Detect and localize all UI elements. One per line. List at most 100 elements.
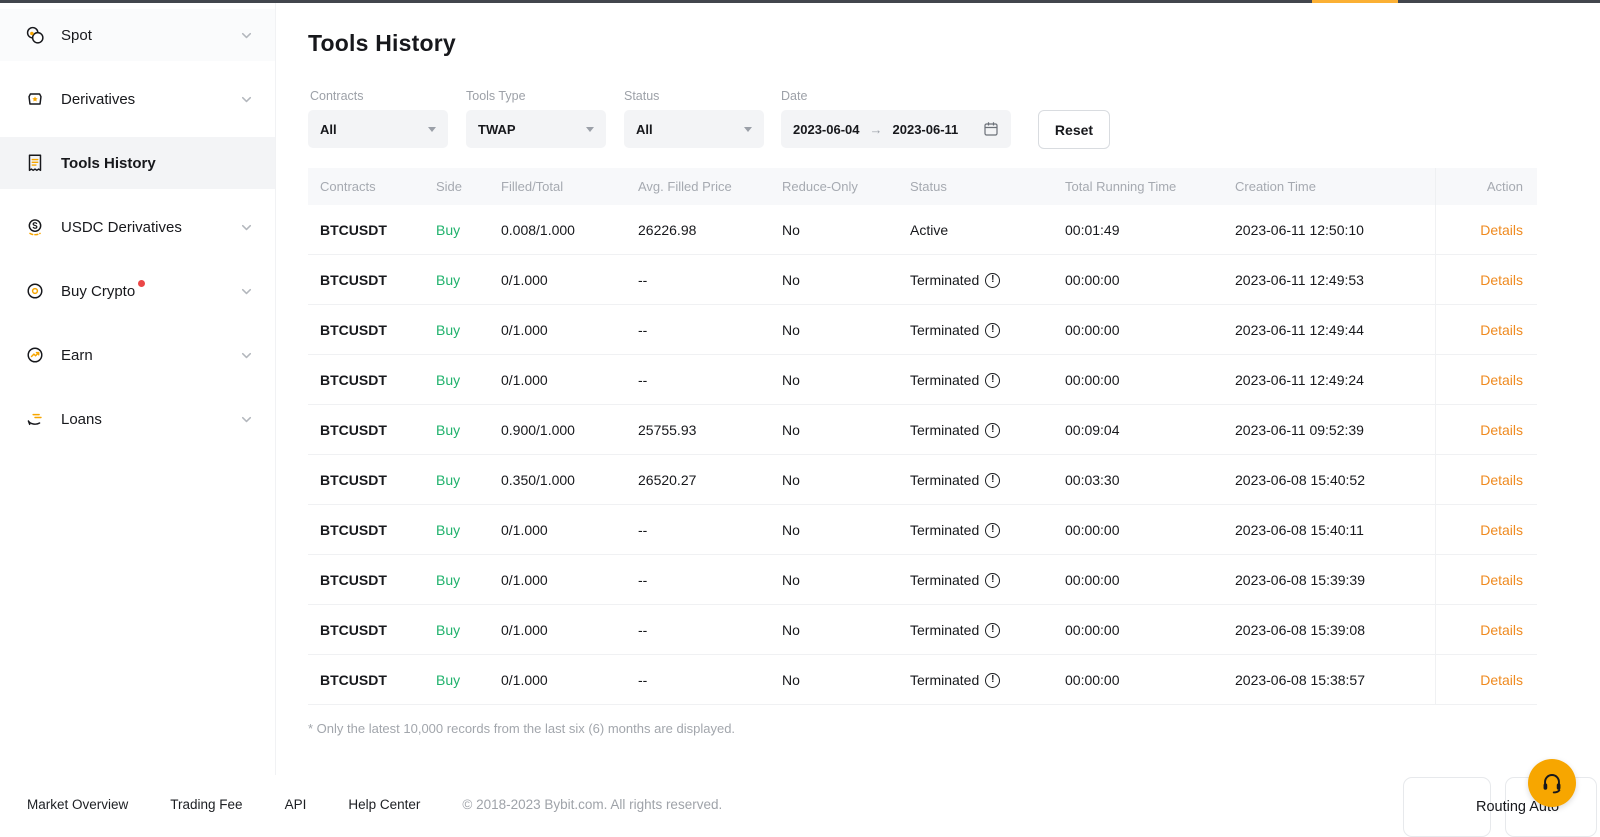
info-icon[interactable]: !: [985, 573, 1000, 588]
details-link[interactable]: Details: [1435, 305, 1537, 355]
cell-creation-time: 2023-06-11 12:49:44: [1223, 322, 1435, 338]
chevron-down-icon: [240, 285, 253, 298]
cell-side: Buy: [424, 372, 489, 388]
details-link[interactable]: Details: [1435, 505, 1537, 555]
date-range-picker[interactable]: 2023-06-04 → 2023-06-11: [781, 110, 1011, 148]
cell-avg-filled-price: --: [626, 322, 770, 338]
cell-creation-time: 2023-06-08 15:40:11: [1223, 522, 1435, 538]
info-icon[interactable]: !: [985, 323, 1000, 338]
footer-link-market-overview[interactable]: Market Overview: [27, 797, 128, 812]
details-link[interactable]: Details: [1435, 655, 1537, 705]
chevron-down-icon: [240, 29, 253, 42]
tools-history-icon: [24, 152, 46, 174]
cell-total-running-time: 00:00:00: [1053, 272, 1223, 288]
info-icon[interactable]: !: [985, 623, 1000, 638]
date-end-value: 2023-06-11: [893, 122, 959, 137]
details-link[interactable]: Details: [1435, 455, 1537, 505]
sidebar-item-buy-crypto[interactable]: Buy Crypto: [0, 265, 275, 317]
info-icon[interactable]: !: [985, 373, 1000, 388]
cell-avg-filled-price: --: [626, 272, 770, 288]
page-title: Tools History: [308, 30, 456, 57]
sidebar-item-tools-history[interactable]: Tools History: [0, 137, 275, 189]
info-icon[interactable]: !: [985, 423, 1000, 438]
details-link[interactable]: Details: [1435, 355, 1537, 405]
cell-total-running-time: 00:01:49: [1053, 222, 1223, 238]
cell-creation-time: 2023-06-08 15:38:57: [1223, 672, 1435, 688]
sidebar-item-earn[interactable]: Earn: [0, 329, 275, 381]
cell-side: Buy: [424, 422, 489, 438]
cell-reduce-only: No: [770, 472, 898, 488]
cell-filled-total: 0.350/1.000: [489, 472, 626, 488]
details-link[interactable]: Details: [1435, 255, 1537, 305]
cell-filled-total: 0.008/1.000: [489, 222, 626, 238]
cell-total-running-time: 00:00:00: [1053, 522, 1223, 538]
status-text: Terminated: [910, 622, 979, 638]
cell-side: Buy: [424, 522, 489, 538]
cell-avg-filled-price: --: [626, 372, 770, 388]
info-icon[interactable]: !: [985, 523, 1000, 538]
cell-reduce-only: No: [770, 372, 898, 388]
cell-contracts: BTCUSDT: [308, 372, 424, 388]
table-row: BTCUSDT Buy 0.900/1.000 25755.93 No Term…: [308, 405, 1537, 455]
copyright: © 2018-2023 Bybit.com. All rights reserv…: [462, 797, 722, 812]
contracts-filter-value: All: [320, 122, 337, 137]
cell-creation-time: 2023-06-08 15:40:52: [1223, 472, 1435, 488]
details-link[interactable]: Details: [1435, 405, 1537, 455]
cell-contracts: BTCUSDT: [308, 422, 424, 438]
cell-contracts: BTCUSDT: [308, 222, 424, 238]
cell-filled-total: 0/1.000: [489, 372, 626, 388]
status-text: Terminated: [910, 472, 979, 488]
sidebar-item-loans[interactable]: Loans: [0, 393, 275, 445]
cell-total-running-time: 00:00:00: [1053, 372, 1223, 388]
cell-status: Active: [898, 222, 1053, 238]
info-icon[interactable]: !: [985, 673, 1000, 688]
column-header-avg-filled-price: Avg. Filled Price: [626, 179, 770, 194]
cell-total-running-time: 00:00:00: [1053, 322, 1223, 338]
sidebar-item-spot[interactable]: Spot: [0, 9, 275, 61]
status-text: Active: [910, 222, 948, 238]
usdc-derivatives-icon: [24, 216, 46, 238]
reset-button[interactable]: Reset: [1038, 110, 1110, 149]
sidebar-item-label: Buy Crypto: [61, 283, 135, 300]
info-icon[interactable]: !: [985, 273, 1000, 288]
cell-avg-filled-price: --: [626, 522, 770, 538]
calendar-icon: [983, 121, 999, 137]
footer: Market Overview Trading Fee API Help Center…: [0, 781, 1600, 828]
cell-reduce-only: No: [770, 222, 898, 238]
status-filter-label: Status: [624, 89, 659, 103]
cell-contracts: BTCUSDT: [308, 572, 424, 588]
cell-status: Terminated !: [898, 522, 1053, 538]
earn-icon: [24, 344, 46, 366]
details-link[interactable]: Details: [1435, 605, 1537, 655]
tools-type-filter-value: TWAP: [478, 122, 516, 137]
footer-link-trading-fee[interactable]: Trading Fee: [170, 797, 242, 812]
cell-filled-total: 0/1.000: [489, 622, 626, 638]
cell-reduce-only: No: [770, 622, 898, 638]
contracts-filter-label: Contracts: [310, 89, 364, 103]
cell-total-running-time: 00:00:00: [1053, 572, 1223, 588]
tools-type-filter-select[interactable]: TWAP: [466, 110, 606, 148]
sidebar-item-label: Loans: [61, 411, 102, 428]
footer-link-help-center[interactable]: Help Center: [348, 797, 420, 812]
derivatives-icon: [24, 88, 46, 110]
support-chat-button[interactable]: [1528, 759, 1576, 807]
status-text: Terminated: [910, 322, 979, 338]
cell-filled-total: 0.900/1.000: [489, 422, 626, 438]
buy-crypto-icon: [24, 280, 46, 302]
table-row: BTCUSDT Buy 0/1.000 -- No Terminated ! 0…: [308, 555, 1537, 605]
sidebar-item-derivatives[interactable]: Derivatives: [0, 73, 275, 125]
date-filter-label: Date: [781, 89, 807, 103]
status-filter-select[interactable]: All: [624, 110, 764, 148]
cell-reduce-only: No: [770, 572, 898, 588]
spot-icon: [24, 24, 46, 46]
cell-creation-time: 2023-06-11 12:49:53: [1223, 272, 1435, 288]
details-link[interactable]: Details: [1435, 205, 1537, 255]
column-header-creation-time: Creation Time: [1223, 179, 1435, 194]
info-icon[interactable]: !: [985, 473, 1000, 488]
details-link[interactable]: Details: [1435, 555, 1537, 605]
contracts-filter-select[interactable]: All: [308, 110, 448, 148]
sidebar-item-usdc-derivatives[interactable]: USDC Derivatives: [0, 201, 275, 253]
tools-type-filter-label: Tools Type: [466, 89, 526, 103]
footer-link-api[interactable]: API: [285, 797, 307, 812]
cell-reduce-only: No: [770, 272, 898, 288]
